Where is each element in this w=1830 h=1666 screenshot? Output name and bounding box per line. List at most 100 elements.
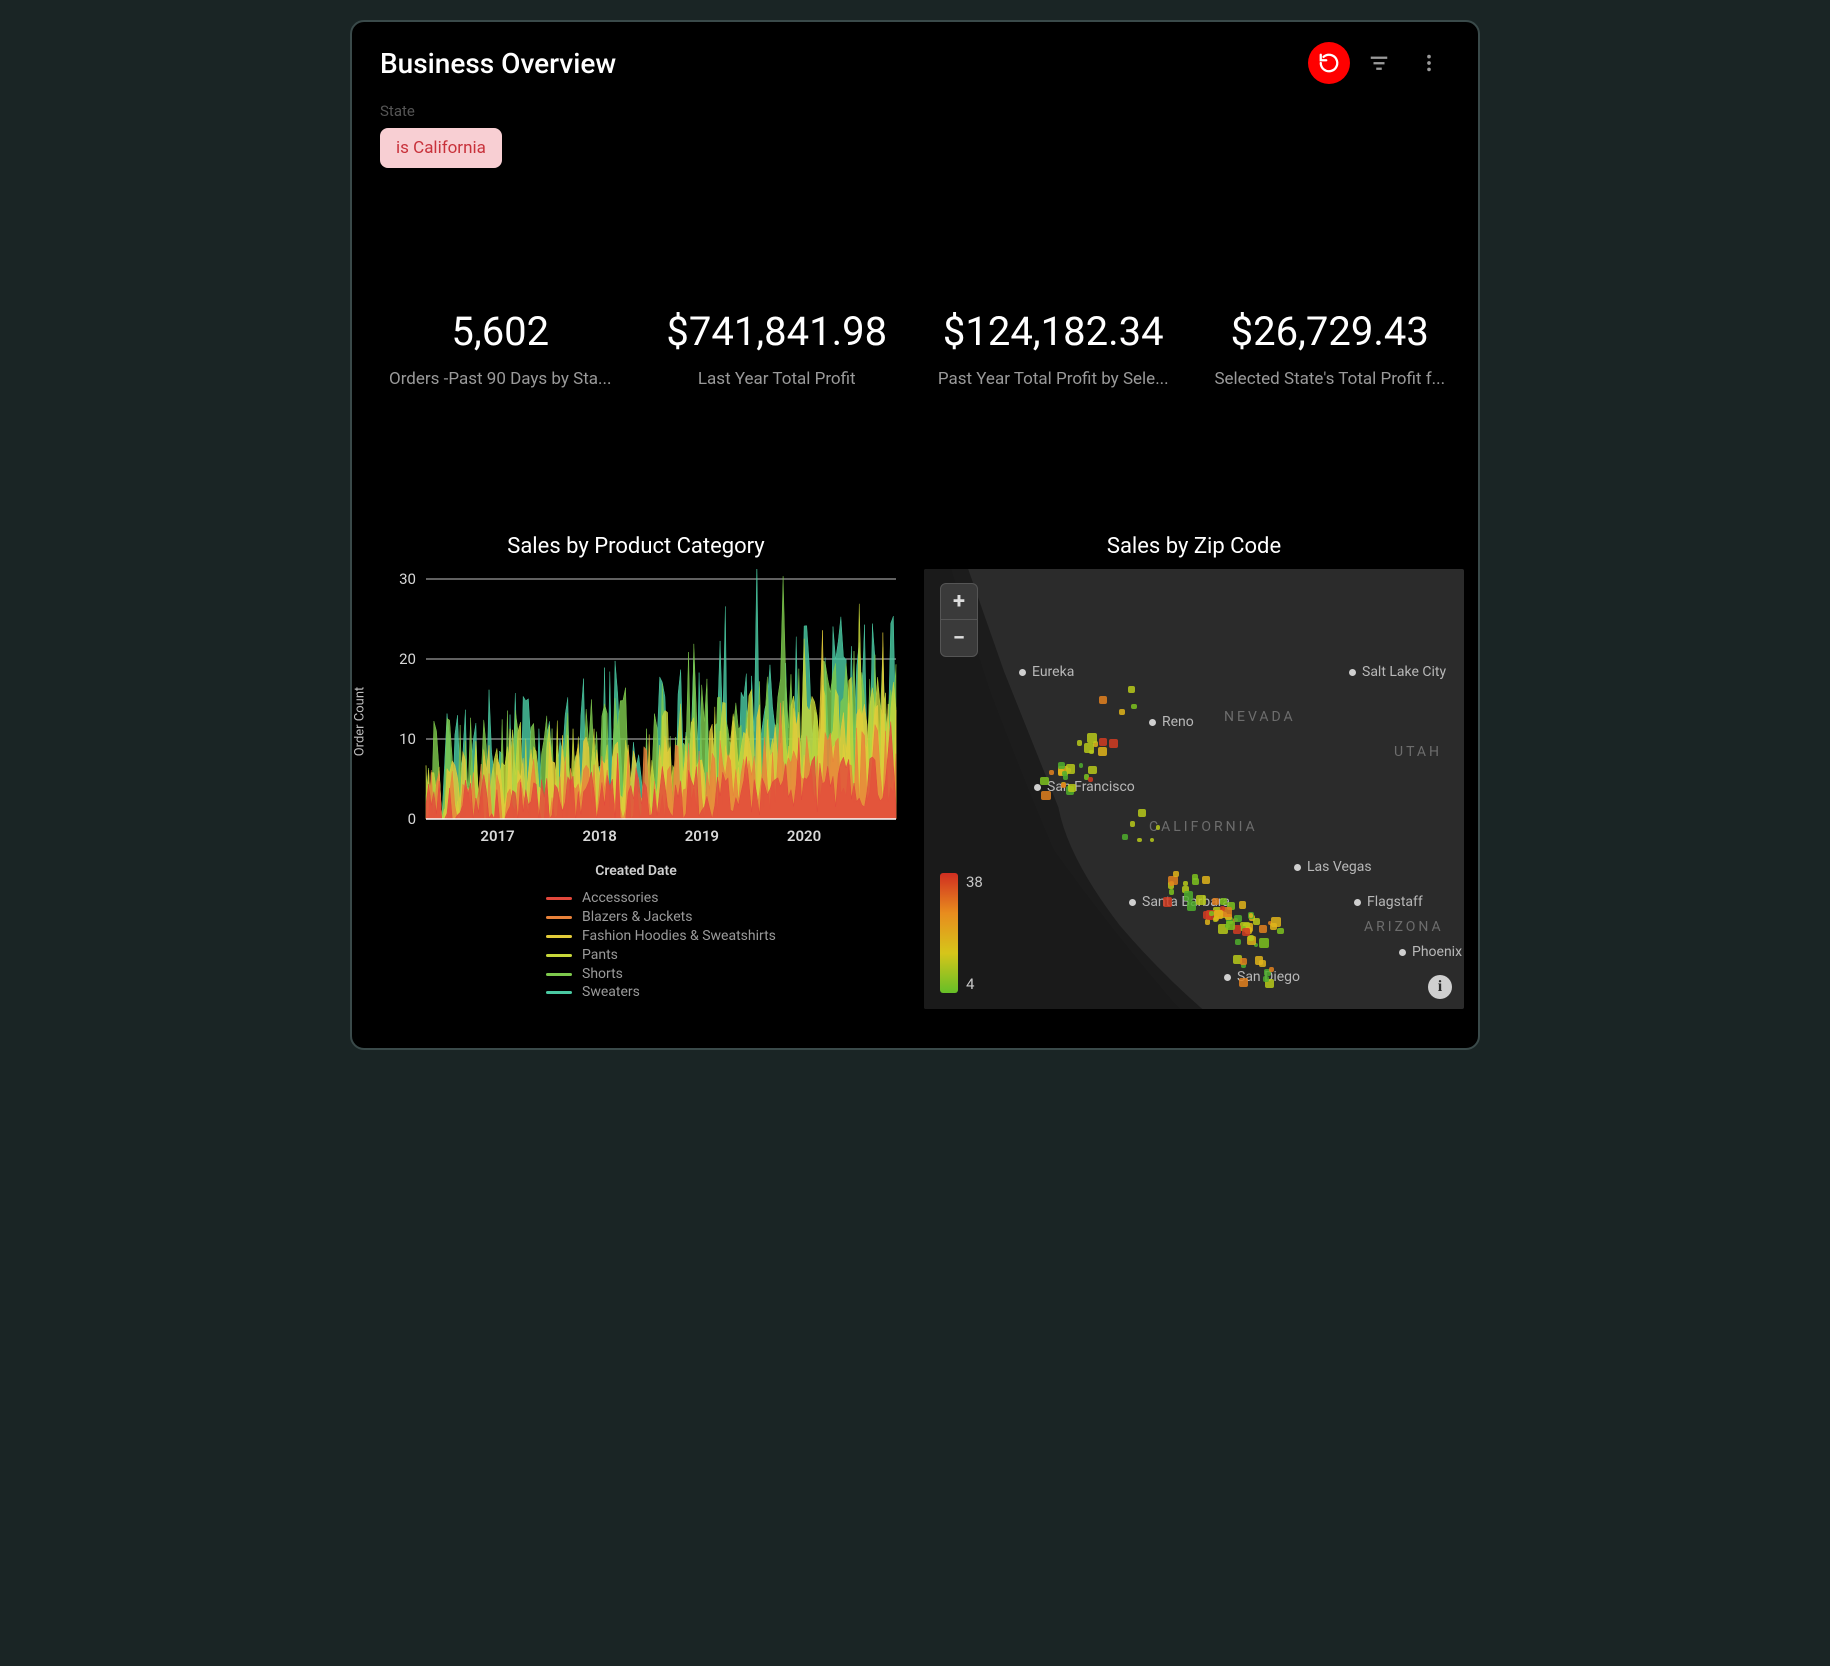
legend-label: Shorts [582,965,623,984]
zip-dot [1089,750,1093,754]
legend-item[interactable]: Shorts [546,965,906,984]
zip-dot [1259,925,1267,933]
svg-text:30: 30 [399,570,416,588]
legend-high-value: 38 [966,873,983,891]
kpi-last-year-profit[interactable]: $741,841.98 Last Year Total Profit [639,308,916,389]
kpi-value: $741,841.98 [639,308,916,355]
legend-swatch [546,973,572,976]
zip-dot [1253,918,1260,925]
city-label: Reno [1149,714,1194,730]
zip-dot [1242,928,1251,937]
zip-dot [1041,791,1050,800]
city-label: Las Vegas [1294,859,1372,875]
zip-dot [1173,871,1179,877]
zip-dot [1119,709,1125,715]
svg-text:2020: 2020 [787,827,821,845]
filter-field-label: State [380,102,1450,120]
zip-dot [1212,898,1219,905]
filter-chip-state[interactable]: is California [380,128,502,168]
zip-dot [1128,686,1134,692]
zip-dot [1088,777,1093,782]
zip-dot [1239,978,1248,987]
legend-swatch [546,916,572,919]
map-zoom-in-button[interactable]: + [941,584,977,620]
refresh-button[interactable] [1308,42,1350,84]
gradient-bar [940,873,958,993]
kpi-selected-state-profit[interactable]: $26,729.43 Selected State's Total Profit… [1192,308,1469,389]
legend-item[interactable]: Pants [546,946,906,965]
map-zoom-out-button[interactable]: − [941,620,977,656]
zip-dot [1150,838,1154,842]
legend-label: Pants [582,946,618,965]
zip-dot [1109,739,1118,748]
filter-button[interactable] [1358,42,1400,84]
zip-dot [1077,740,1083,746]
zip-dot [1263,976,1269,982]
legend-item[interactable]: Accessories [546,889,906,908]
zip-dot [1068,784,1076,792]
zip-dot [1040,777,1048,785]
state-label: UTAH [1394,744,1442,760]
kpi-value: $26,729.43 [1192,308,1469,355]
info-icon: i [1438,978,1442,996]
zip-dot [1088,766,1096,774]
state-label: NEVADA [1224,709,1296,725]
legend-swatch [546,954,572,957]
zip-dot [1202,876,1210,884]
more-vertical-icon [1418,52,1440,74]
legend-low-value: 4 [966,975,983,993]
zip-dot [1269,967,1274,972]
area-chart[interactable]: Order Count 01020302017201820192020 [366,569,906,859]
zip-dot [1255,956,1263,964]
zip-dot [1196,895,1206,905]
chart-title: Sales by Product Category [366,534,906,559]
chart-panels-row: Sales by Product Category Order Count 01… [366,534,1464,1034]
kpi-past-year-profit-selected[interactable]: $124,182.34 Past Year Total Profit by Se… [915,308,1192,389]
kpi-orders-90-days[interactable]: 5,602 Orders -Past 90 Days by Sta... [362,308,639,389]
legend-swatch [546,991,572,994]
city-label: Phoenix [1399,944,1462,960]
refresh-icon [1318,52,1340,74]
zip-dot [1192,878,1199,885]
kpi-row: 5,602 Orders -Past 90 Days by Sta... $74… [352,308,1478,389]
overflow-menu-button[interactable] [1408,42,1450,84]
zip-dot [1049,770,1054,775]
zip-dot [1062,771,1067,776]
zip-dot [1138,809,1146,817]
legend-item[interactable]: Blazers & Jackets [546,908,906,927]
zip-dot [1187,901,1197,911]
panel-sales-by-zip: Sales by Zip Code + − NEVADA CALIFORNIA … [924,534,1464,1034]
zip-dot [1099,738,1107,746]
zip-dot [1099,696,1107,704]
zip-dot [1169,889,1174,894]
zip-dot [1205,919,1211,925]
zip-dot [1087,733,1097,743]
panel-sales-by-category: Sales by Product Category Order Count 01… [366,534,906,1034]
zip-dot [1066,764,1075,773]
map-info-button[interactable]: i [1428,975,1452,999]
zip-dot [1239,901,1246,908]
svg-text:20: 20 [399,650,416,668]
zip-dot [1131,704,1137,710]
svg-text:2018: 2018 [583,827,617,845]
map-zoom-control: + − [940,583,978,657]
legend-item[interactable]: Fashion Hoodies & Sweatshirts [546,927,906,946]
svg-text:10: 10 [399,730,416,748]
kpi-caption: Selected State's Total Profit f... [1200,369,1460,389]
zip-dot [1184,891,1193,900]
legend-label: Accessories [582,889,658,908]
zip-dot [1130,821,1135,826]
legend-swatch [546,897,572,900]
zip-dot [1214,916,1219,921]
zip-dot [1235,939,1241,945]
zip-dot [1270,923,1277,930]
header: Business Overview [352,22,1478,84]
zip-dot [1277,928,1284,935]
chart-x-axis-label: Created Date [366,863,906,879]
zip-dot [1209,911,1213,915]
zip-code-map[interactable]: + − NEVADA CALIFORNIA UTAH ARIZONA Eurek… [924,569,1464,1009]
city-label: Flagstaff [1354,894,1423,910]
zip-dot [1259,938,1269,948]
zip-dot [1226,921,1235,930]
legend-item[interactable]: Sweaters [546,983,906,1002]
